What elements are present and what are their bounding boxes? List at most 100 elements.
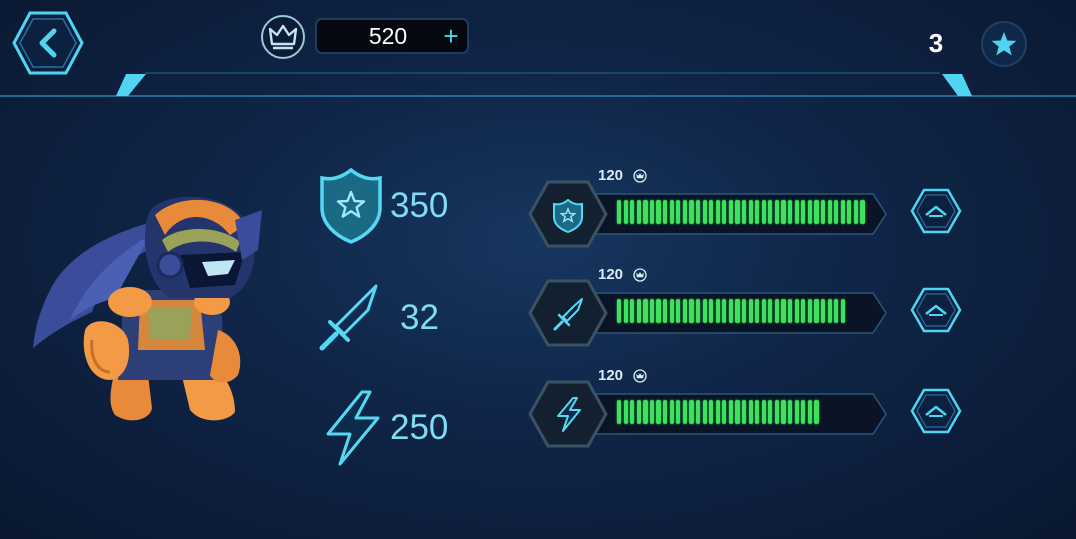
progress-segment bbox=[636, 299, 641, 323]
progress-segment bbox=[814, 400, 819, 424]
progress-segment bbox=[735, 200, 740, 224]
progress-segment bbox=[656, 200, 661, 224]
progress-segment bbox=[814, 299, 819, 323]
lightning-icon bbox=[326, 390, 380, 466]
attack-value: 32 bbox=[400, 298, 439, 337]
progress-segment bbox=[774, 299, 780, 323]
progress-segment bbox=[643, 299, 648, 323]
progress-segment bbox=[649, 400, 655, 424]
upgrade-row-attack: 120 bbox=[528, 265, 968, 347]
progress-segment bbox=[649, 200, 655, 224]
progress-segment bbox=[715, 200, 720, 224]
progress-segment bbox=[801, 200, 806, 224]
upgrade-button[interactable] bbox=[910, 188, 962, 234]
progress-segment bbox=[807, 400, 812, 424]
progress-segment bbox=[617, 299, 622, 323]
progress-segment bbox=[788, 200, 793, 224]
progress-segment bbox=[774, 400, 780, 424]
progress-segment bbox=[820, 200, 826, 224]
upgrade-row-defense: 120 bbox=[528, 166, 968, 248]
progress-segment bbox=[761, 200, 766, 224]
progress-segment bbox=[794, 299, 799, 323]
star-count: 3 bbox=[928, 28, 944, 58]
progress-segment bbox=[643, 200, 648, 224]
progress-segment bbox=[814, 200, 819, 224]
progress-segment bbox=[768, 400, 773, 424]
progress-segment bbox=[695, 299, 701, 323]
sword-icon bbox=[319, 284, 378, 351]
progress-segment bbox=[755, 200, 760, 224]
progress-segment bbox=[695, 400, 701, 424]
add-currency-button[interactable]: + bbox=[434, 20, 468, 52]
progress-segment bbox=[663, 400, 668, 424]
progress-segment bbox=[682, 400, 687, 424]
progress-segment bbox=[820, 299, 826, 323]
progress-segment bbox=[630, 299, 635, 323]
progress-segment bbox=[788, 400, 793, 424]
upgrade-button[interactable] bbox=[910, 388, 962, 434]
progress-segment bbox=[755, 400, 760, 424]
progress-segment bbox=[623, 299, 628, 323]
progress-segment bbox=[834, 299, 839, 323]
progress-segment bbox=[748, 400, 753, 424]
progress-segment bbox=[728, 400, 734, 424]
progress-segment bbox=[669, 200, 674, 224]
upgrade-progress bbox=[617, 400, 877, 424]
progress-segment bbox=[682, 299, 687, 323]
back-button[interactable] bbox=[12, 11, 84, 75]
progress-segment bbox=[623, 400, 628, 424]
progress-segment bbox=[676, 400, 681, 424]
progress-segment bbox=[728, 299, 734, 323]
progress-segment bbox=[807, 299, 812, 323]
progress-segment bbox=[748, 299, 753, 323]
progress-segment bbox=[807, 200, 812, 224]
progress-segment bbox=[702, 299, 707, 323]
progress-segment bbox=[827, 299, 832, 323]
progress-segment bbox=[748, 200, 753, 224]
progress-segment bbox=[781, 200, 786, 224]
progress-segment bbox=[761, 400, 766, 424]
progress-segment bbox=[768, 299, 773, 323]
progress-segment bbox=[709, 400, 714, 424]
progress-segment bbox=[781, 400, 786, 424]
progress-segment bbox=[709, 299, 714, 323]
progress-segment bbox=[702, 200, 707, 224]
progress-segment bbox=[834, 200, 839, 224]
progress-segment bbox=[801, 400, 806, 424]
progress-segment bbox=[840, 200, 845, 224]
progress-segment bbox=[636, 200, 641, 224]
progress-segment bbox=[722, 200, 727, 224]
progress-segment bbox=[649, 299, 655, 323]
progress-segment bbox=[735, 299, 740, 323]
progress-segment bbox=[741, 299, 747, 323]
progress-segment bbox=[741, 200, 747, 224]
progress-segment bbox=[643, 400, 648, 424]
progress-segment bbox=[827, 200, 832, 224]
progress-segment bbox=[669, 299, 674, 323]
progress-segment bbox=[728, 200, 734, 224]
progress-segment bbox=[801, 299, 806, 323]
progress-segment bbox=[636, 400, 641, 424]
star-icon bbox=[981, 21, 1027, 67]
progress-segment bbox=[630, 400, 635, 424]
progress-segment bbox=[695, 200, 701, 224]
progress-segment bbox=[781, 299, 786, 323]
hero-character bbox=[33, 196, 262, 421]
progress-segment bbox=[669, 400, 674, 424]
progress-segment bbox=[847, 200, 852, 224]
progress-segment bbox=[676, 299, 681, 323]
progress-segment bbox=[663, 200, 668, 224]
progress-segment bbox=[722, 400, 727, 424]
progress-segment bbox=[741, 400, 747, 424]
progress-segment bbox=[860, 200, 865, 224]
progress-segment bbox=[853, 200, 858, 224]
progress-segment bbox=[689, 299, 694, 323]
progress-segment bbox=[774, 200, 780, 224]
upgrade-progress bbox=[617, 200, 877, 224]
energy-value: 250 bbox=[390, 408, 449, 447]
progress-segment bbox=[617, 400, 622, 424]
upgrade-button[interactable] bbox=[910, 287, 962, 333]
progress-segment bbox=[761, 299, 766, 323]
progress-segment bbox=[630, 200, 635, 224]
progress-segment bbox=[755, 299, 760, 323]
